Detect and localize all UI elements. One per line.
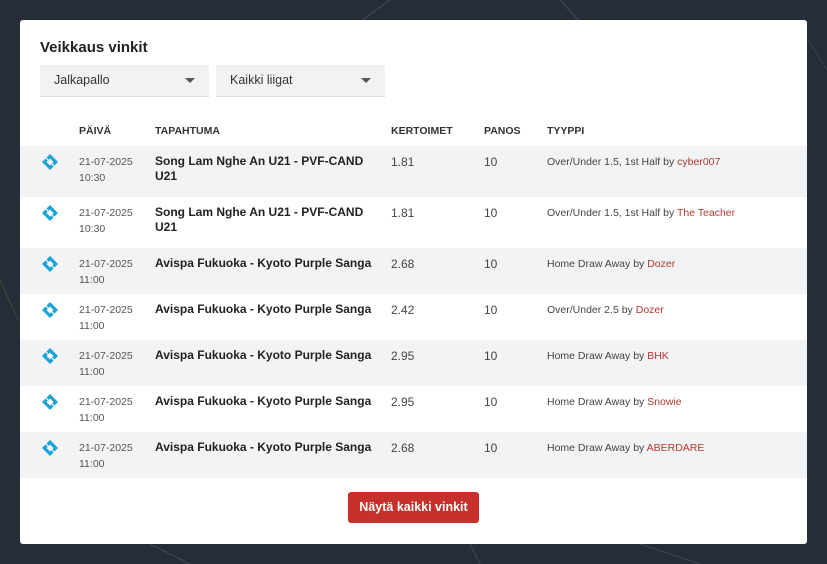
row-odds: 2.42 [391,303,415,317]
row-type: Home Draw Away by BHK [547,350,669,362]
tipster-link[interactable]: Dozer [647,258,675,270]
tipster-link[interactable]: BHK [647,350,669,362]
ticket-icon [42,302,58,318]
row-stake: 10 [484,257,498,271]
tipster-link[interactable]: Dozer [636,304,664,316]
row-odds: 1.81 [391,206,415,220]
row-stake: 10 [484,206,498,220]
row-stake: 10 [484,441,498,455]
header-odds: KERTOIMET [391,125,453,137]
ticket-icon [42,205,58,221]
sport-select-value: Jalkapallo [54,73,110,87]
row-event: Avispa Fukuoka - Kyoto Purple Sanga [155,440,372,454]
row-odds: 2.68 [391,257,415,271]
row-odds: 1.81 [391,155,415,169]
tips-card: Veikkaus vinkit Jalkapallo Kaikki liigat… [20,20,807,544]
header-event: TAPAHTUMA [155,125,220,137]
row-odds: 2.95 [391,349,415,363]
table-row[interactable]: 21-07-2025 11:00 Avispa Fukuoka - Kyoto P… [20,294,807,340]
row-type: Home Draw Away by ABERDARE [547,442,705,454]
tipster-link[interactable]: ABERDARE [647,442,705,454]
row-date: 21-07-2025 11:00 [79,442,133,470]
league-select-value: Kaikki liigat [230,73,293,87]
row-event: Avispa Fukuoka - Kyoto Purple Sanga [155,302,372,316]
row-type: Home Draw Away by Snowie [547,396,682,408]
row-date: 21-07-2025 11:00 [79,396,133,424]
ticket-icon [42,154,58,170]
table-row[interactable]: 21-07-2025 11:00 Avispa Fukuoka - Kyoto P… [20,340,807,386]
row-stake: 10 [484,303,498,317]
tips-table-body: 21-07-2025 10:30 Song Lam Nghe An U21 - P… [20,146,807,478]
tipster-link[interactable]: The Teacher [677,207,735,219]
ticket-icon [42,440,58,456]
row-date: 21-07-2025 11:00 [79,258,133,286]
page-title: Veikkaus vinkit [40,39,148,56]
header-type: TYYPPI [547,125,585,137]
row-date: 21-07-2025 10:30 [79,156,133,184]
row-event: Song Lam Nghe An U21 - PVF-CAND U21 [155,205,364,234]
ticket-icon [42,394,58,410]
caret-down-icon [361,78,371,83]
row-event: Avispa Fukuoka - Kyoto Purple Sanga [155,394,372,408]
header-date: PÄIVÄ [79,125,112,137]
row-stake: 10 [484,349,498,363]
row-date: 21-07-2025 10:30 [79,207,133,235]
row-type: Over/Under 1.5, 1st Half by cyber007 [547,156,721,168]
table-row[interactable]: 21-07-2025 11:00 Avispa Fukuoka - Kyoto P… [20,248,807,294]
row-odds: 2.68 [391,441,415,455]
show-all-tips-button[interactable]: Näytä kaikki vinkit [348,492,479,523]
row-event: Avispa Fukuoka - Kyoto Purple Sanga [155,348,372,362]
table-row[interactable]: 21-07-2025 10:30 Song Lam Nghe An U21 - P… [20,146,807,197]
row-date: 21-07-2025 11:00 [79,304,133,332]
row-type: Home Draw Away by Dozer [547,258,676,270]
row-event: Avispa Fukuoka - Kyoto Purple Sanga [155,256,372,270]
table-row[interactable]: 21-07-2025 10:30 Song Lam Nghe An U21 - P… [20,197,807,248]
league-select[interactable]: Kaikki liigat [216,65,385,97]
tipster-link[interactable]: cyber007 [677,156,720,168]
row-event: Song Lam Nghe An U21 - PVF-CAND U21 [155,154,364,183]
row-date: 21-07-2025 11:00 [79,350,133,378]
ticket-icon [42,256,58,272]
row-stake: 10 [484,155,498,169]
ticket-icon [42,348,58,364]
row-type: Over/Under 2.5 by Dozer [547,304,664,316]
caret-down-icon [185,78,195,83]
row-type: Over/Under 1.5, 1st Half by The Teacher [547,207,736,219]
row-stake: 10 [484,395,498,409]
tipster-link[interactable]: Snowie [647,396,681,408]
table-row[interactable]: 21-07-2025 11:00 Avispa Fukuoka - Kyoto P… [20,432,807,478]
sport-select[interactable]: Jalkapallo [40,65,209,97]
header-stake: PANOS [484,125,521,137]
row-odds: 2.95 [391,395,415,409]
table-row[interactable]: 21-07-2025 11:00 Avispa Fukuoka - Kyoto P… [20,386,807,432]
